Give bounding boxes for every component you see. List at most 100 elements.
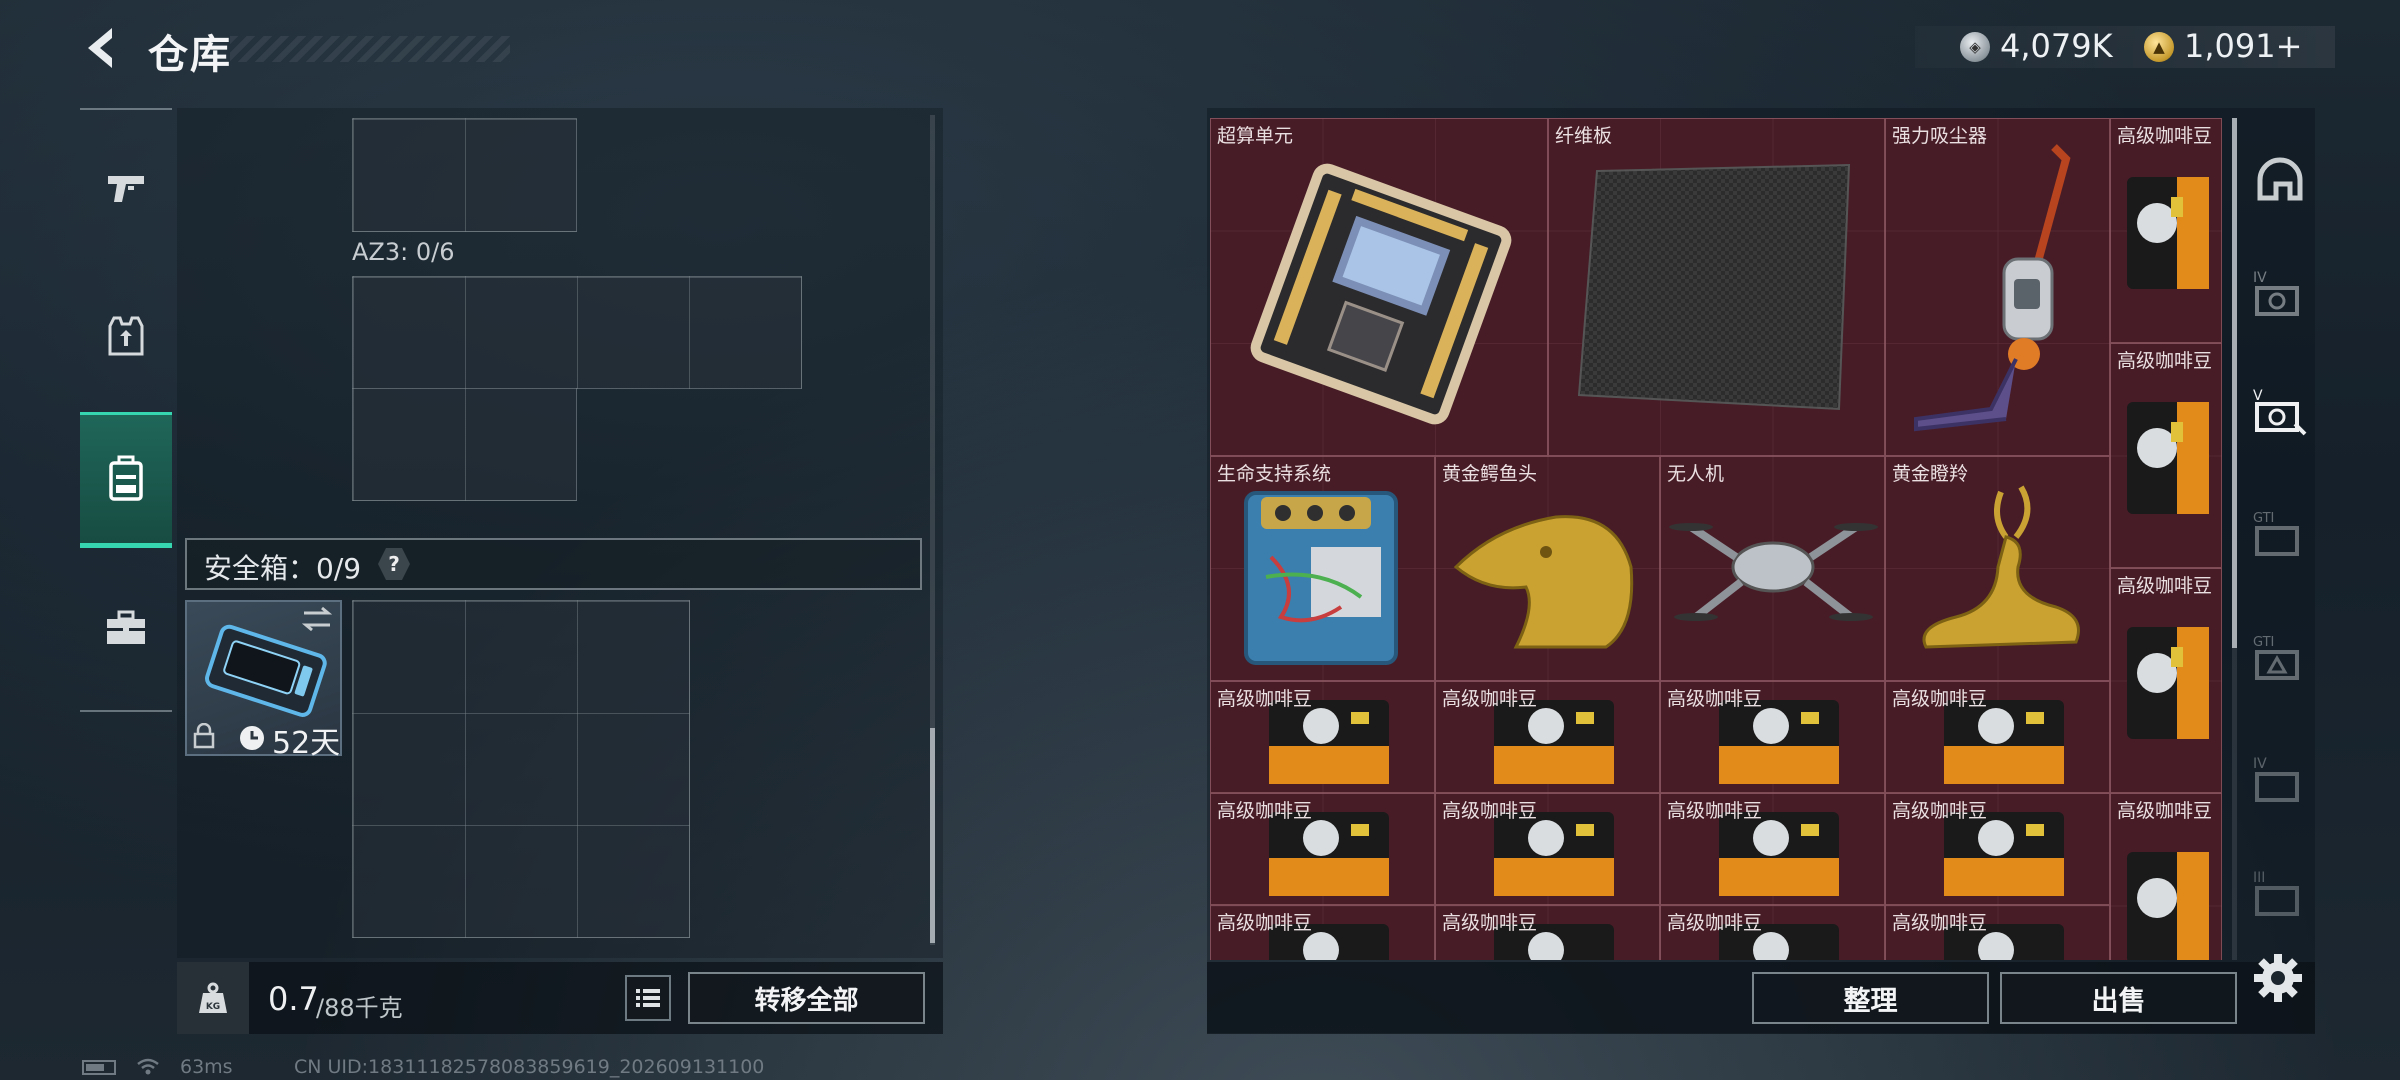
back-arrow-icon (88, 28, 112, 68)
stash-item-life-support[interactable]: 生命支持系统 (1210, 456, 1435, 681)
item-name: 高级咖啡豆 (1667, 688, 1763, 710)
rail-item-backpack[interactable] (80, 412, 172, 548)
wifi-icon (137, 1058, 159, 1075)
weight-icon: KG (199, 982, 227, 1013)
item-name: 无人机 (1667, 463, 1725, 485)
stash-item-vacuum[interactable]: 强力吸尘器 (1885, 118, 2110, 456)
item-name: 高级咖啡豆 (1892, 912, 1988, 934)
weight-current: 0.7 (268, 980, 319, 1018)
attachment-gti-icon: GTI (2253, 511, 2299, 556)
az3-grid-bottom[interactable] (352, 388, 577, 501)
stash-item-coffee-beans[interactable]: 高级咖啡豆 (1210, 681, 1435, 793)
stash-item-coffee-beans[interactable]: 高级咖啡豆 (2110, 343, 2222, 568)
side-rail-helmet[interactable] (2248, 148, 2312, 212)
coffee-bag-image (2127, 177, 2209, 289)
stash-item-coffee-beans[interactable]: 高级咖啡豆 (2110, 568, 2222, 793)
briefcase-icon (107, 610, 145, 644)
helmet-icon (2257, 157, 2303, 201)
coffee-bag-image (2127, 627, 2209, 739)
golden-gazelle-image (1922, 485, 2080, 649)
stash-item-coffee-beans[interactable]: 高级咖啡豆 (1885, 793, 2110, 905)
attachment-iv-icon: IV (2253, 270, 2299, 316)
backpack-icon (109, 455, 143, 501)
stash-item-coffee-beans[interactable]: 高级咖啡豆 (1435, 905, 1660, 960)
side-rail-attachment-iii[interactable]: III (2248, 862, 2312, 926)
stash-item-golden-gazelle[interactable]: 黄金瞪羚 (1885, 456, 2110, 681)
stash-item-golden-crocodile-head[interactable]: 黄金鳄鱼头 (1435, 456, 1660, 681)
rail-item-armor[interactable] (80, 268, 172, 404)
fiberboard-image (1577, 163, 1851, 411)
stash-item-coffee-beans[interactable]: 高级咖啡豆 (1885, 681, 2110, 793)
stash-item-coffee-beans[interactable]: 高级咖啡豆 (1210, 793, 1435, 905)
item-name: 高级咖啡豆 (1667, 912, 1763, 934)
item-name: 高级咖啡豆 (1892, 800, 1988, 822)
side-rail-attachment-iv[interactable]: IV (2248, 262, 2312, 326)
golden-crocodile-head-image (1453, 515, 1634, 649)
stash-item-coffee-beans[interactable]: 高级咖啡豆 (1210, 905, 1435, 960)
side-rail-attachment-iv-alt[interactable]: IV (2248, 748, 2312, 812)
item-name: 高级咖啡豆 (1667, 800, 1763, 822)
stash-item-fiberboard[interactable]: 纤维板 (1548, 118, 1885, 456)
lock-icon (193, 723, 215, 749)
gold-coin-icon: ▲ (2144, 32, 2174, 62)
stash-scroll-thumb[interactable] (2232, 118, 2237, 648)
life-support-image (1244, 491, 1398, 665)
stash-item-coffee-beans[interactable]: 高级咖啡豆 (1435, 793, 1660, 905)
item-name: 高级咖啡豆 (1217, 912, 1313, 934)
stash-item-coffee-beans[interactable]: 高级咖啡豆 (1660, 793, 1885, 905)
item-name: 高级咖啡豆 (2117, 575, 2213, 597)
svg-text:IV: IV (2253, 270, 2267, 286)
item-name: 超算单元 (1217, 125, 1294, 147)
weight-icon-box: KG (177, 962, 249, 1034)
attachment-iv-alt-icon: IV (2253, 756, 2299, 802)
svg-text:GTI: GTI (2253, 511, 2274, 526)
container-label-az3: AZ3: 0/6 (352, 238, 455, 266)
backpack-grid-partial[interactable] (352, 118, 577, 232)
inventory-scroll-thumb[interactable] (930, 728, 935, 943)
battery-level (86, 1064, 104, 1071)
stash-item-coffee-beans[interactable]: 高级咖啡豆 (1435, 681, 1660, 793)
stash-item-supercomputer[interactable]: 超算单元 (1210, 118, 1548, 456)
silver-amount: 4,079K (2000, 27, 2113, 65)
safe-box-grid[interactable] (352, 600, 690, 938)
list-view-button[interactable] (625, 975, 671, 1021)
attachment-v-icon: V (2253, 388, 2307, 436)
stash-item-drone[interactable]: 无人机 (1660, 456, 1885, 681)
ping-text: 63ms (180, 1056, 233, 1078)
stash-item-coffee-beans[interactable]: 高级咖啡豆 (1660, 905, 1885, 960)
az3-grid-top[interactable] (352, 276, 802, 389)
sell-button[interactable]: 出售 (2000, 972, 2237, 1024)
rail-item-weapons[interactable] (80, 120, 172, 256)
organize-button[interactable]: 整理 (1752, 972, 1989, 1024)
rail-item-case[interactable] (80, 560, 172, 696)
clock-icon (240, 726, 264, 750)
item-name: 高级咖啡豆 (1442, 800, 1538, 822)
list-icon (636, 989, 660, 1007)
silver-coin-icon: ◈ (1960, 32, 1990, 62)
transfer-all-button[interactable]: 转移全部 (688, 972, 925, 1024)
weight-max: /88千克 (316, 994, 403, 1022)
side-rail-attachment-v[interactable]: V (2248, 380, 2312, 444)
stash-item-coffee-beans[interactable]: 高级咖啡豆 (1660, 681, 1885, 793)
back-button[interactable] (78, 24, 126, 72)
side-rail-attachment-gti-alt[interactable]: GTI (2248, 626, 2312, 690)
item-name: 黄金鳄鱼头 (1442, 463, 1538, 485)
svg-text:III: III (2253, 870, 2265, 886)
armor-vest-icon (108, 316, 144, 356)
stash-grid[interactable]: 超算单元 纤维板 强力吸尘器 高级咖啡豆 高级咖啡豆 生命支持系统 黄金鳄鱼头 … (1210, 118, 2222, 960)
side-rail-attachment-gti[interactable]: GTI (2248, 502, 2312, 566)
gold-amount[interactable]: 1,091+ (2184, 27, 2302, 65)
gear-icon (2254, 954, 2302, 1002)
stash-item-coffee-beans[interactable]: 高级咖啡豆 (2110, 118, 2222, 343)
stash-item-coffee-beans[interactable]: 高级咖啡豆 (1885, 905, 2110, 960)
pistol-icon (108, 176, 144, 202)
item-name: 高级咖啡豆 (1217, 800, 1313, 822)
swap-icon[interactable] (300, 605, 334, 633)
item-name: 高级咖啡豆 (2117, 800, 2213, 822)
stash-item-coffee-beans[interactable]: 高级咖啡豆 (2110, 793, 2222, 960)
item-name: 纤维板 (1555, 125, 1613, 147)
item-name: 高级咖啡豆 (2117, 350, 2213, 372)
item-name: 高级咖啡豆 (1217, 688, 1313, 710)
drone-image (1669, 523, 1878, 621)
settings-button[interactable] (2250, 950, 2306, 1006)
